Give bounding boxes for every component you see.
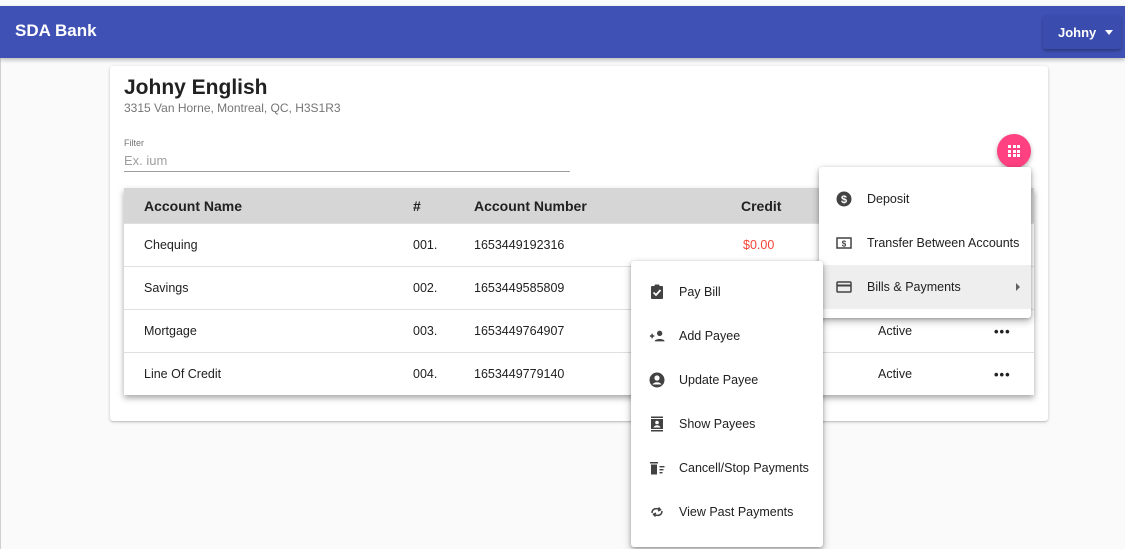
top-app-bar: SDA Bank Johny	[0, 6, 1125, 58]
account-name: Savings	[144, 281, 189, 295]
account-index: 001.	[413, 238, 438, 252]
user-menu-button[interactable]: Johny	[1043, 15, 1121, 49]
menu-item-transfer[interactable]: $ Transfer Between Accounts	[819, 221, 1031, 265]
account-number: 1653449192316	[474, 238, 565, 252]
menu-item-cancel-stop-payments[interactable]: Cancell/Stop Payments	[631, 446, 823, 490]
menu-item-view-past-payments[interactable]: View Past Payments	[631, 490, 823, 534]
table-row[interactable]: Line Of Credit 004. 1653449779140 Active…	[124, 352, 1034, 395]
svg-text:$: $	[841, 194, 847, 206]
filter-input[interactable]	[124, 150, 570, 172]
bills-payments-submenu: Pay Bill Add Payee Update Payee Show Pay…	[631, 261, 823, 547]
menu-item-bills-payments[interactable]: Bills & Payments	[819, 265, 1031, 309]
account-number: 1653449779140	[474, 367, 565, 381]
menu-item-label: Show Payees	[679, 417, 756, 431]
brand-title: SDA Bank	[15, 21, 97, 40]
menu-item-update-payee[interactable]: Update Payee	[631, 358, 823, 402]
credit-card-icon	[836, 279, 852, 295]
menu-item-deposit[interactable]: $ Deposit	[819, 177, 1031, 221]
account-status: Active	[878, 367, 913, 381]
header-account-name: Account Name	[144, 198, 243, 214]
menu-item-label: Bills & Payments	[867, 280, 961, 294]
account-circle-icon	[649, 372, 665, 388]
menu-item-add-payee[interactable]: Add Payee	[631, 314, 823, 358]
menu-item-label: Cancell/Stop Payments	[679, 461, 809, 475]
contacts-icon	[649, 416, 665, 432]
account-number: 1653449585809	[474, 281, 565, 295]
account-number: 1653449764907	[474, 324, 565, 338]
apps-grid-icon	[1008, 145, 1020, 157]
menu-item-label: Transfer Between Accounts	[867, 236, 1020, 250]
menu-item-pay-bill[interactable]: Pay Bill	[631, 270, 823, 314]
header-credit: Credit	[741, 198, 782, 214]
more-actions-icon[interactable]: •••	[994, 367, 1011, 382]
menu-item-show-payees[interactable]: Show Payees	[631, 402, 823, 446]
user-menu-label: Johny	[1058, 24, 1097, 40]
actions-menu: $ Deposit $ Transfer Between Accounts Bi…	[819, 167, 1031, 318]
caret-down-icon	[1105, 29, 1114, 35]
left-border	[0, 56, 1, 549]
account-name: Mortgage	[144, 324, 197, 338]
menu-item-label: Deposit	[867, 192, 910, 206]
header-account-number: Account Number	[474, 198, 587, 214]
account-name: Chequing	[144, 238, 198, 252]
actions-fab-button[interactable]	[997, 134, 1031, 168]
svg-text:$: $	[842, 240, 847, 249]
account-status: Active	[878, 324, 913, 338]
dollar-circle-icon: $	[836, 191, 852, 207]
account-index: 003.	[413, 324, 438, 338]
account-index: 004.	[413, 367, 438, 381]
filter-label: Filter	[124, 138, 144, 148]
person-add-icon	[649, 328, 665, 344]
bill-icon: $	[836, 235, 852, 251]
account-index: 002.	[413, 281, 438, 295]
menu-item-label: View Past Payments	[679, 505, 794, 519]
menu-item-label: Pay Bill	[679, 285, 721, 299]
menu-item-label: Add Payee	[679, 329, 741, 343]
customer-name: Johny English	[124, 76, 268, 99]
delete-sweep-icon	[649, 460, 665, 476]
account-name: Line Of Credit	[144, 367, 222, 381]
chevron-right-icon	[1016, 283, 1020, 291]
clipboard-check-icon	[649, 284, 665, 300]
more-actions-icon[interactable]: •••	[994, 324, 1011, 339]
header-number: #	[413, 198, 421, 214]
customer-address: 3315 Van Horne, Montreal, QC, H3S1R3	[124, 101, 341, 115]
refresh-icon	[649, 504, 665, 520]
menu-item-label: Update Payee	[679, 373, 759, 387]
account-credit: $0.00	[743, 238, 775, 252]
